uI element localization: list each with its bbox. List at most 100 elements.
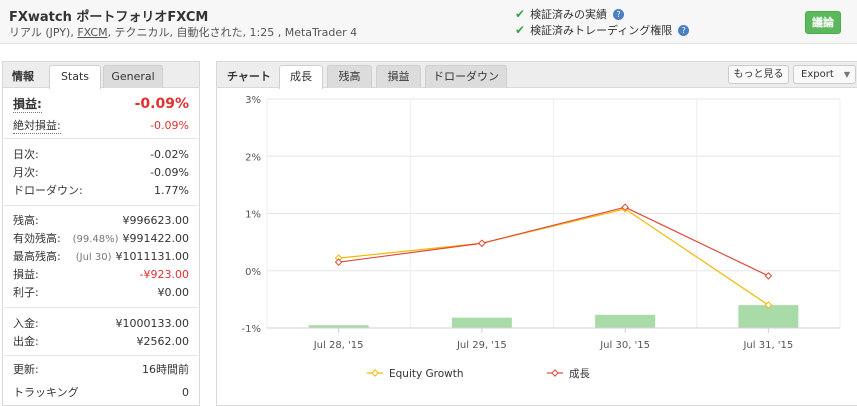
divider — [4, 307, 198, 308]
legend-item-label[interactable]: 成長 — [569, 368, 590, 380]
chart-tab-bar: チャート 成長 残高 損益 ドローダウン もっと見る Export ▼ — [217, 62, 857, 89]
updated-row: 更新: 16時間前 — [13, 361, 189, 377]
data-point — [478, 239, 486, 248]
verified-track-record-label: 検証済みの実績 — [530, 8, 608, 21]
legend-marker — [551, 369, 559, 377]
tab-general[interactable]: General — [103, 65, 163, 88]
legend-item-label[interactable]: Equity Growth — [389, 368, 464, 380]
interest-label: 利子: — [13, 286, 39, 299]
tab-growth[interactable]: 成長 — [279, 65, 323, 89]
interest-row: 利子: ¥0.00 — [13, 284, 189, 300]
deposits-label: 入金: — [13, 317, 39, 330]
y-tick-label: -1% — [242, 324, 261, 335]
drawdown-label: ドローダウン: — [13, 184, 83, 197]
drawdown-row: ドローダウン: 1.77% — [13, 182, 189, 198]
monthly-value: -0.09% — [150, 165, 189, 179]
broker-link[interactable]: FXCM — [77, 26, 107, 39]
more-button[interactable]: もっと見る — [728, 65, 789, 84]
deposits-row: 入金: ¥1000133.00 — [13, 315, 189, 331]
checkmark-icon: ✔ — [515, 7, 526, 21]
equity-value: ¥991422.00 — [122, 231, 189, 245]
gain-label: 損益: — [13, 97, 42, 113]
discuss-button[interactable]: 議論 — [805, 11, 841, 34]
data-point — [334, 258, 343, 266]
deposits-value: ¥1000133.00 — [115, 316, 189, 330]
divider — [4, 355, 198, 356]
daily-label: 日次: — [13, 148, 39, 161]
help-icon[interactable]: ? — [613, 8, 625, 20]
highest-label: 最高残高: — [13, 250, 61, 263]
subtitle-suffix: , テクニカル, 自動化された, 1:25 , MetaTrader 4 — [107, 26, 358, 39]
chart-panel: チャート 成長 残高 損益 ドローダウン もっと見る Export ▼ 3% 2%… — [216, 61, 857, 406]
equity-note: (99.48%) — [72, 233, 119, 245]
withdrawals-row: 出金: ¥2562.00 — [13, 333, 189, 349]
tab-stats[interactable]: Stats — [49, 65, 101, 89]
tab-profit[interactable]: 損益 — [376, 65, 421, 88]
drawdown-value: 1.77% — [154, 183, 189, 197]
balance-value: ¥996623.00 — [122, 213, 189, 227]
chart-grid — [266, 98, 841, 329]
stats-tab-bar: 情報 Stats General — [3, 62, 199, 89]
divider — [4, 138, 198, 139]
stats-panel: 情報 Stats General 損益: -0.09% 絶対損益: -0.09%… — [2, 61, 200, 406]
bar — [595, 314, 656, 328]
account-subtitle: リアル (JPY), FXCM, テクニカル, 自動化された, 1:25 , M… — [9, 24, 357, 40]
tracking-value: 0 — [182, 385, 189, 399]
monthly-label: 月次: — [13, 166, 39, 179]
profit-value: -¥923.00 — [139, 267, 189, 281]
daily-row: 日次: -0.02% — [13, 146, 189, 162]
profit-row: 損益: -¥923.00 — [13, 266, 189, 282]
help-icon[interactable]: ? — [678, 24, 690, 36]
growth-chart: 3% 2% 1% 0% -1% Jul 28, '15 Jul 29, '15 Jul 30,… — [242, 95, 841, 380]
interest-value: ¥0.00 — [157, 285, 190, 299]
legend-marker — [371, 369, 379, 377]
y-tick-label: 2% — [245, 152, 261, 163]
tracking-label: トラッキング — [13, 386, 79, 399]
verified-track-record: ✔ 検証済みの実績 ? — [515, 6, 625, 22]
chart-label: チャート — [227, 70, 271, 83]
x-tick-label: Jul 28, '15 — [313, 340, 364, 351]
subtitle-prefix: リアル (JPY), — [9, 26, 78, 39]
daily-value: -0.02% — [150, 147, 189, 161]
account-title: FXwatch ポートフォリオFXCM — [9, 10, 209, 25]
tab-balance[interactable]: 残高 — [327, 65, 372, 88]
y-tick-label: 1% — [245, 210, 261, 221]
highest-note: (Jul 30) — [75, 251, 112, 263]
gain-value: -0.09% — [134, 96, 189, 112]
withdrawals-value: ¥2562.00 — [136, 334, 190, 348]
tracking-row: トラッキング 0 — [13, 384, 189, 400]
profit-label: 損益: — [13, 268, 39, 281]
info-label: 情報 — [12, 70, 34, 83]
verified-trading-privileges-label: 検証済みトレーディング権限 — [530, 24, 673, 37]
x-tick-label: Jul 30, '15 — [599, 340, 650, 351]
chart-legend[interactable]: Equity Growth 成長 — [367, 368, 590, 380]
abs-gain-label: 絶対損益: — [13, 118, 61, 134]
balance-label: 残高: — [13, 214, 39, 227]
equity-row: 有効残高: (99.48%) ¥991422.00 — [13, 230, 189, 246]
balance-row: 残高: ¥996623.00 — [13, 212, 189, 228]
highest-value: ¥1011131.00 — [115, 249, 189, 263]
divider — [4, 205, 198, 206]
tab-drawdown[interactable]: ドローダウン — [425, 65, 507, 88]
equity-label: 有効残高: — [13, 232, 61, 245]
updated-label: 更新: — [13, 363, 39, 376]
monthly-row: 月次: -0.09% — [13, 164, 189, 180]
export-label: Export — [801, 69, 834, 80]
verified-trading-privileges: ✔ 検証済みトレーディング権限 ? — [515, 22, 690, 38]
x-tick-label: Jul 29, '15 — [456, 340, 507, 351]
updated-value: 16時間前 — [142, 363, 189, 376]
y-tick-label: 0% — [245, 267, 261, 278]
data-point — [764, 272, 773, 280]
bar — [451, 317, 512, 328]
x-tick-label: Jul 31, '15 — [742, 340, 793, 351]
abs-gain-value: -0.09% — [150, 118, 189, 132]
gain-row: 損益: -0.09% — [13, 95, 189, 113]
y-tick-label: 3% — [245, 95, 261, 106]
withdrawals-label: 出金: — [13, 335, 39, 348]
checkmark-icon: ✔ — [515, 23, 526, 37]
caret-down-icon: ▼ — [843, 70, 850, 79]
highest-row: 最高残高: (Jul 30) ¥1011131.00 — [13, 248, 189, 264]
abs-gain-row: 絶対損益: -0.09% — [13, 117, 189, 134]
account-header: FXwatch ポートフォリオFXCM リアル (JPY), FXCM, テクニ… — [0, 0, 857, 44]
export-button[interactable]: Export ▼ — [793, 65, 856, 84]
